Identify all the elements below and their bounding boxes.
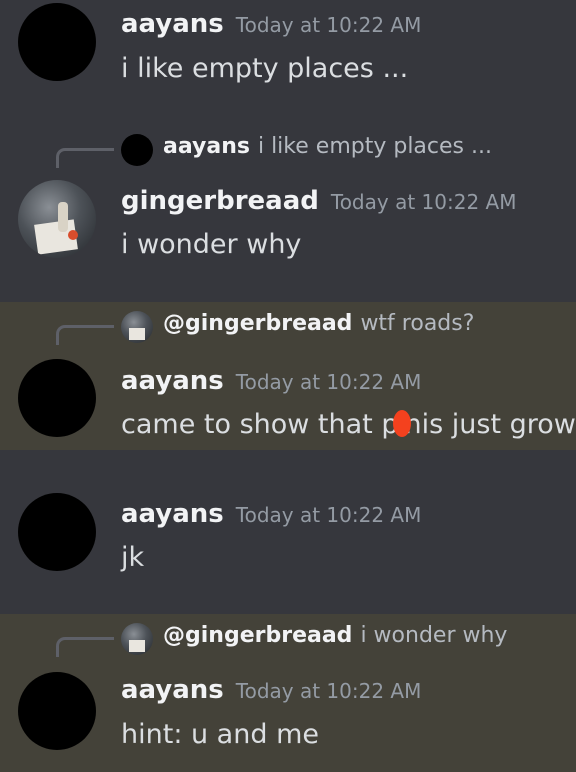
message-content: jk: [121, 542, 145, 573]
author-name[interactable]: gingerbreaad: [121, 186, 319, 216]
reply-connector: [56, 637, 114, 657]
message: aayans i like empty places ... gingerbrea…: [0, 120, 576, 302]
author-name[interactable]: aayans: [121, 675, 224, 705]
message-header: gingerbreaad Today at 10:22 AM: [121, 186, 516, 216]
author-name[interactable]: aayans: [121, 366, 224, 396]
message-content: i like empty places ...: [121, 53, 409, 84]
reply-author[interactable]: @gingerbreaad: [163, 623, 352, 648]
message-header: aayans Today at 10:22 AM: [121, 9, 421, 39]
message-content: i wonder why: [121, 229, 302, 260]
reply-connector: [56, 325, 114, 345]
reply-header: aayans i like empty places ...: [163, 134, 492, 159]
reply-preview[interactable]: aayans i like empty places ...: [0, 130, 576, 170]
message-content: came to show that p nis just grow: [121, 409, 576, 440]
message-mentioned: @gingerbreaad wtf roads? aayans Today at 1…: [0, 302, 576, 450]
message-header: aayans Today at 10:22 AM: [121, 675, 421, 705]
reply-text: i like empty places ...: [257, 134, 492, 159]
reply-header: @gingerbreaad i wonder why: [163, 623, 507, 648]
reply-text: i wonder why: [360, 623, 508, 648]
avatar[interactable]: [18, 672, 96, 750]
content-after: nis just grow: [404, 409, 576, 440]
reply-preview[interactable]: @gingerbreaad wtf roads?: [0, 307, 576, 347]
timestamp: Today at 10:22 AM: [330, 190, 517, 214]
avatar[interactable]: [18, 359, 96, 437]
message: aayans Today at 10:22 AM i like empty pla…: [0, 0, 576, 120]
reply-avatar: [121, 134, 153, 166]
message-content: hint: u and me: [121, 719, 319, 750]
timestamp: Today at 10:22 AM: [235, 679, 422, 703]
avatar[interactable]: [18, 3, 96, 81]
timestamp: Today at 10:22 AM: [235, 370, 422, 394]
timestamp: Today at 10:22 AM: [235, 13, 422, 37]
reply-preview[interactable]: @gingerbreaad i wonder why: [0, 619, 576, 659]
author-name[interactable]: aayans: [121, 499, 224, 529]
reply-connector: [56, 148, 114, 168]
message-header: aayans Today at 10:22 AM: [121, 499, 421, 529]
message-mentioned: @gingerbreaad i wonder why aayans Today at…: [0, 614, 576, 772]
reply-text: wtf roads?: [360, 311, 475, 336]
message: aayans Today at 10:22 AM jk: [0, 450, 576, 614]
redaction-mark: [392, 410, 411, 437]
reply-header: @gingerbreaad wtf roads?: [163, 311, 474, 336]
reply-author[interactable]: aayans: [163, 134, 250, 159]
timestamp: Today at 10:22 AM: [235, 503, 422, 527]
reply-avatar: [121, 623, 153, 655]
reply-avatar: [121, 311, 153, 343]
avatar[interactable]: [18, 493, 96, 571]
content-before: came to show that p: [121, 409, 399, 440]
reply-author[interactable]: @gingerbreaad: [163, 311, 352, 336]
avatar[interactable]: [18, 180, 96, 258]
message-header: aayans Today at 10:22 AM: [121, 366, 421, 396]
author-name[interactable]: aayans: [121, 9, 224, 39]
